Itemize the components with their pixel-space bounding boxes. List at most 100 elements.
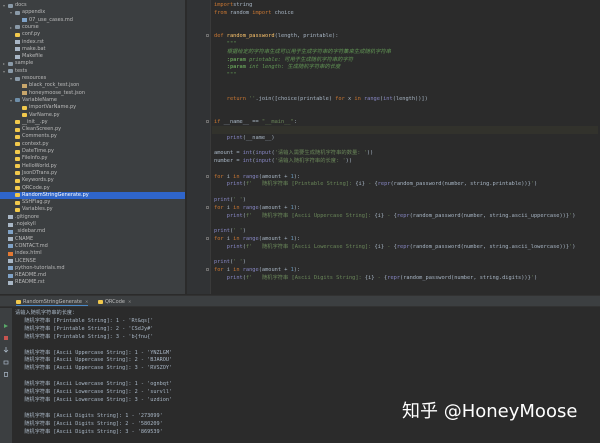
tree-file[interactable]: Variables.py — [0, 206, 53, 213]
file-file-icon — [8, 259, 13, 263]
tree-file[interactable]: Makefile — [0, 53, 43, 60]
tree-file[interactable]: Keywords.py — [0, 177, 54, 184]
tree-folder[interactable]: ▸ course — [0, 24, 39, 31]
tree-file[interactable]: importVarName.py — [0, 104, 76, 111]
fold-icon[interactable] — [206, 34, 209, 38]
file-file-icon — [8, 222, 13, 227]
tree-file[interactable]: index.html — [0, 250, 42, 257]
tree-file[interactable]: conf.py — [0, 31, 40, 38]
print-icon[interactable] — [3, 350, 9, 365]
tree-label: _sidebar.md — [15, 228, 46, 235]
tree-file[interactable]: index.rst — [0, 39, 44, 46]
code-line: for i in range(amount + 1): — [214, 173, 301, 180]
tree-file[interactable]: RandomStringGenerate.py — [0, 191, 185, 199]
py-file-icon — [22, 105, 27, 110]
tree-file[interactable]: _sidebar.md — [0, 228, 45, 235]
py-file-icon — [15, 178, 20, 183]
py-file-icon — [15, 32, 20, 37]
tree-file[interactable]: FileInfo.py — [0, 155, 47, 162]
code-line: print(f' 随机字符串 [Printable String]: {i} -… — [226, 181, 538, 188]
tree-file[interactable]: .gitignore — [0, 214, 39, 221]
fold-icon[interactable] — [206, 237, 209, 240]
tree-file[interactable]: Comments.py — [0, 133, 57, 140]
tree-folder[interactable]: ▾ tests — [0, 68, 27, 75]
tree-file[interactable]: honeymoose_test.json — [0, 90, 85, 97]
fold-icon[interactable] — [206, 268, 209, 272]
tree-file[interactable]: CleanScreen.py — [0, 126, 61, 133]
zhihu-watermark: 知乎 @HoneyMoose — [402, 401, 578, 422]
project-tree[interactable]: ▾ docs ▾ appendix 07_use_cases.md ▸ course conf… — [0, 0, 186, 294]
tree-file[interactable]: JsonDTrans.py — [0, 170, 57, 177]
tree-file[interactable]: HelloWorld.py — [0, 163, 57, 170]
code-line: return ''.join([choice(printable) for x … — [214, 95, 428, 102]
tree-file[interactable]: CONTACT.md — [0, 243, 48, 250]
code-editor[interactable]: importstring from random import choice def… — [212, 0, 600, 294]
tree-label: index.rst — [22, 38, 44, 45]
tree-label: VarName.py — [29, 111, 60, 118]
tree-file[interactable]: README.rst — [0, 279, 45, 286]
folder-icon — [15, 10, 20, 15]
file-file-icon — [15, 54, 20, 59]
tree-file[interactable]: 07_use_cases.md — [0, 17, 73, 24]
tree-file[interactable]: black_rock_test.json — [0, 82, 79, 89]
tree-file[interactable]: python-tutorials.md — [0, 265, 65, 272]
scroll-to-end-icon[interactable] — [3, 338, 9, 353]
py-file-icon — [15, 156, 20, 161]
console-line: 随机字符串 [Printable String]: 3 - 'b{fnu{' — [15, 333, 154, 340]
tree-label: index.html — [15, 250, 42, 257]
tree-file[interactable]: .nojekyll — [0, 221, 36, 228]
tree-file[interactable]: DateTime.py — [0, 148, 54, 155]
code-line: if __name__ == "__main__": — [214, 119, 297, 125]
code-line: :param int length: 生成随机字符串的长度 — [226, 64, 341, 71]
tree-label: __init__.py — [22, 118, 48, 125]
file-file-icon — [8, 215, 13, 220]
fold-icon[interactable] — [206, 174, 209, 178]
tree-file[interactable]: __init__.py — [0, 119, 48, 126]
tree-file[interactable]: VarName.py — [0, 112, 60, 119]
stop-icon[interactable] — [3, 326, 9, 340]
run-tab-label: QRCode — [105, 299, 125, 305]
tree-label: black_rock_test.json — [29, 82, 80, 89]
tree-file[interactable]: LICENSE — [0, 258, 36, 265]
tree-file[interactable]: QRCode.py — [0, 185, 50, 192]
code-line: for i in range(amount + 1): — [214, 267, 301, 274]
close-icon[interactable]: ✕ — [85, 298, 88, 306]
tree-label: .nojekyll — [15, 221, 36, 227]
md-file-icon — [22, 18, 27, 23]
code-line: print(' ') — [214, 259, 246, 266]
tree-label: LICENSE — [15, 257, 36, 264]
tree-folder[interactable]: ▸ sample — [0, 60, 33, 67]
tree-file[interactable]: context.py — [0, 141, 49, 148]
py-file-icon — [15, 200, 20, 205]
tree-file[interactable]: make.bat — [0, 46, 46, 53]
code-line: from random import choice — [214, 9, 294, 16]
py-file-icon — [15, 134, 20, 139]
run-tab[interactable]: RandomStringGenerate ✕ — [16, 298, 89, 306]
code-line: print(__name__) — [226, 134, 275, 141]
tree-file[interactable]: CNAME — [0, 236, 33, 243]
console-line: 随机字符串 [Ascii Digits String]: 2 - '580209… — [15, 420, 163, 427]
py-file-icon — [15, 164, 20, 169]
tree-label: sample — [15, 60, 34, 67]
tree-label: importVarName.py — [29, 104, 77, 111]
fold-icon[interactable] — [206, 205, 209, 209]
run-toolbar — [0, 308, 12, 443]
tree-label: README.md — [15, 272, 47, 279]
py-file-icon — [15, 171, 20, 176]
tree-file[interactable]: README.md — [0, 272, 46, 279]
close-icon[interactable]: ✕ — [128, 298, 131, 306]
trash-icon[interactable] — [3, 362, 9, 377]
run-tab[interactable]: QRCode ✕ — [98, 298, 131, 306]
python-run-icon — [98, 300, 103, 304]
tree-folder[interactable]: ▾ resources — [0, 75, 46, 82]
tree-file[interactable]: SSHFlag.py — [0, 199, 50, 206]
rerun-icon[interactable] — [3, 314, 9, 328]
tree-folder[interactable]: ▾ VariableName — [0, 97, 57, 104]
fold-icon[interactable] — [206, 120, 209, 123]
editor-gutter — [187, 0, 211, 294]
tree-folder[interactable]: ▾ docs — [0, 2, 27, 9]
tree-label: VariableName — [22, 96, 57, 103]
code-line: print(f' 随机字符串 [Ascii Lowercase String]:… — [226, 243, 576, 250]
code-line: :param printable: 可用于生成随机字符串的字符 — [226, 56, 354, 63]
tree-folder[interactable]: ▾ appendix — [0, 9, 45, 16]
